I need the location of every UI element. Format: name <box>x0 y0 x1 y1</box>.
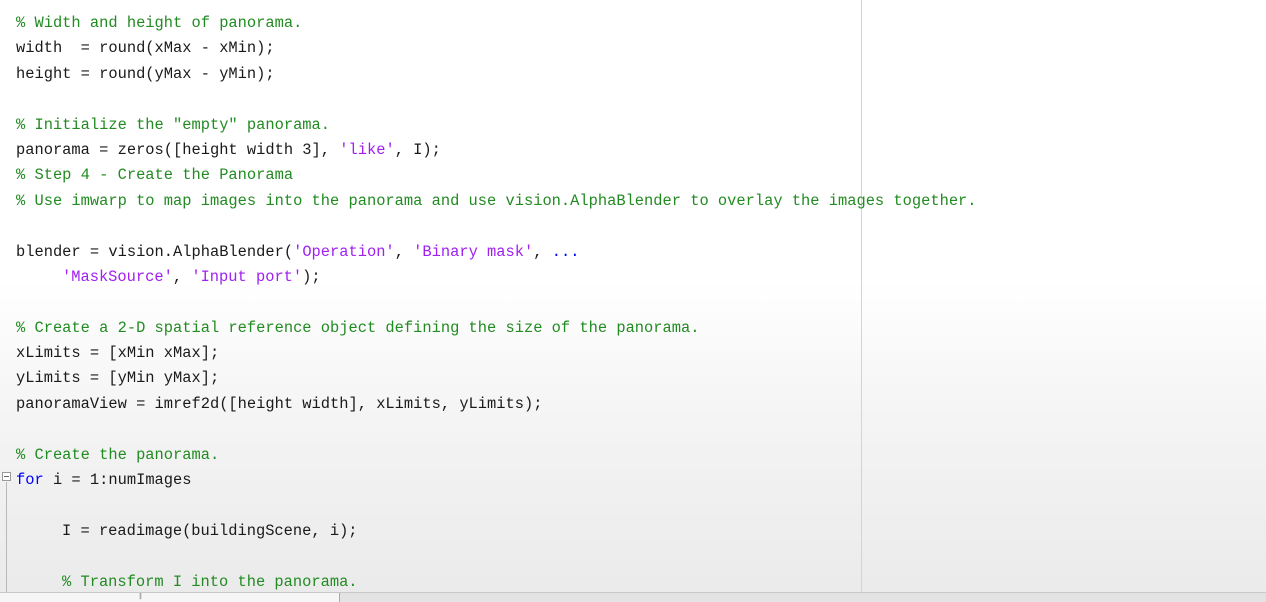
code-line[interactable]: height = round(yMax - yMin); <box>16 62 1256 87</box>
code-line[interactable]: 'MaskSource', 'Input port'); <box>16 265 1256 290</box>
code-fold-guide <box>6 482 7 592</box>
code-token-string: 'like' <box>339 140 395 159</box>
code-token-text: panoramaView = imref2d([height width], x… <box>16 394 543 413</box>
code-line[interactable]: % Use imwarp to map images into the pano… <box>16 189 1256 214</box>
code-token-string: 'Input port' <box>191 267 303 286</box>
code-line[interactable] <box>16 544 1256 569</box>
code-line[interactable] <box>16 493 1256 518</box>
code-token-string: 'Binary mask' <box>413 242 534 261</box>
code-token-comment: % Create a 2-D spatial reference object … <box>16 318 700 337</box>
code-line[interactable]: % Create the panorama. <box>16 443 1256 468</box>
code-token-text: , <box>394 242 414 261</box>
code-line[interactable]: % Create a 2-D spatial reference object … <box>16 316 1256 341</box>
code-line[interactable] <box>16 87 1256 112</box>
code-line[interactable]: % Step 4 - Create the Panorama <box>16 163 1256 188</box>
scrollbar-grip-icon: ‖ <box>139 593 143 600</box>
code-line[interactable]: for i = 1:numImages <box>16 468 1256 493</box>
code-line[interactable]: % Width and height of panorama. <box>16 11 1256 36</box>
code-token-text: , <box>172 267 192 286</box>
code-lines[interactable]: % Width and height of panorama. width = r… <box>16 11 1256 595</box>
code-token-string: 'Operation' <box>293 242 395 261</box>
code-token-text: xLimits = [xMin xMax]; <box>16 344 220 363</box>
code-line[interactable]: width = round(xMax - xMin); <box>16 36 1256 61</box>
code-line[interactable]: I = readimage(buildingScene, i); <box>16 519 1256 544</box>
code-fold-toggle-icon[interactable] <box>2 472 11 481</box>
code-token-string: 'MaskSource' <box>62 267 173 286</box>
code-token-text: ); <box>302 267 321 286</box>
code-line[interactable] <box>16 290 1256 315</box>
code-line[interactable]: blender = vision.AlphaBlender('Operation… <box>16 240 1256 265</box>
code-token-comment: % Step 4 - Create the Panorama <box>16 166 294 185</box>
horizontal-scrollbar-thumb[interactable]: ‖ <box>0 593 340 602</box>
code-token-keyword: ... <box>551 242 580 261</box>
code-editor[interactable]: % Width and height of panorama. width = r… <box>0 0 1266 602</box>
code-token-text: yLimits = [yMin yMax]; <box>16 369 220 388</box>
code-token-comment: % Initialize the "empty" panorama. <box>16 115 331 134</box>
code-line[interactable]: xLimits = [xMin xMax]; <box>16 341 1256 366</box>
code-line[interactable]: yLimits = [yMin yMax]; <box>16 366 1256 391</box>
code-token-comment: % Use imwarp to map images into the pano… <box>16 191 977 210</box>
code-token-text: height = round(yMax - yMin); <box>16 64 275 83</box>
code-token-text: , <box>533 242 552 261</box>
code-line[interactable]: % Initialize the "empty" panorama. <box>16 113 1256 138</box>
code-line[interactable] <box>16 417 1256 442</box>
code-token-comment: % Transform I into the panorama. <box>62 572 358 591</box>
code-token-comment: % Create the panorama. <box>16 445 220 464</box>
code-token-text: panorama = zeros([height width 3], <box>16 140 340 159</box>
code-line[interactable] <box>16 214 1256 239</box>
code-token-text: width = round(xMax - xMin); <box>16 39 275 58</box>
code-line[interactable]: panorama = zeros([height width 3], 'like… <box>16 138 1256 163</box>
horizontal-scrollbar[interactable]: ‖ <box>0 592 1266 602</box>
code-line[interactable]: panoramaView = imref2d([height width], x… <box>16 392 1256 417</box>
code-token-text: I = readimage(buildingScene, i); <box>62 521 358 540</box>
code-token-text: , I); <box>394 140 441 159</box>
code-token-keyword: for <box>16 471 44 490</box>
code-token-comment: % Width and height of panorama. <box>16 14 303 32</box>
code-token-text: i = 1:numImages <box>43 471 192 490</box>
code-token-text: blender = vision.AlphaBlender( <box>16 242 294 261</box>
